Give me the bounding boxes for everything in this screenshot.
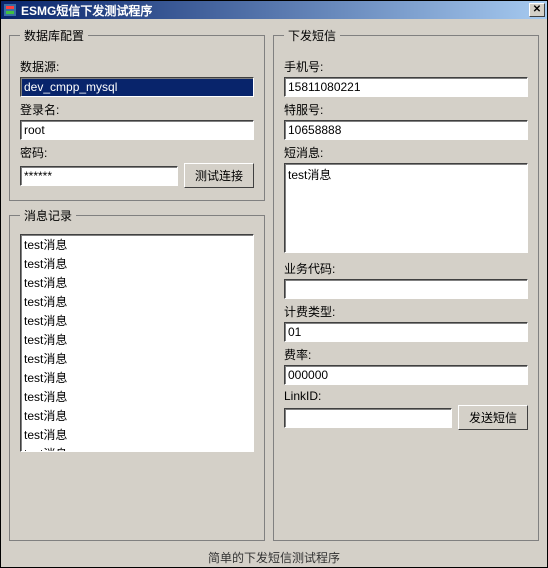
- titlebar: ESMG短信下发测试程序 ✕: [1, 1, 547, 19]
- rate-input[interactable]: 000000: [284, 365, 528, 385]
- list-item[interactable]: test消息: [21, 273, 253, 292]
- list-item[interactable]: test消息: [21, 444, 253, 452]
- rate-label: 费率:: [284, 346, 528, 363]
- biz-input[interactable]: [284, 279, 528, 299]
- db-config-group: 数据库配置 数据源: dev_cmpp_mysql 登录名: root 密码: …: [9, 27, 265, 201]
- app-window: ESMG短信下发测试程序 ✕ 数据库配置 数据源: dev_cmpp_mysql…: [0, 0, 548, 568]
- login-label: 登录名:: [20, 101, 254, 118]
- fee-type-label: 计费类型:: [284, 303, 528, 320]
- spnum-label: 特服号:: [284, 101, 528, 118]
- fee-type-input[interactable]: 01: [284, 322, 528, 342]
- password-label: 密码:: [20, 144, 254, 161]
- password-input[interactable]: ******: [20, 166, 178, 186]
- footer-text: 简单的下发短信测试程序: [1, 549, 547, 567]
- datasource-label: 数据源:: [20, 58, 254, 75]
- list-item[interactable]: test消息: [21, 349, 253, 368]
- left-column: 数据库配置 数据源: dev_cmpp_mysql 登录名: root 密码: …: [9, 27, 265, 541]
- log-legend: 消息记录: [20, 207, 76, 224]
- login-input[interactable]: root: [20, 120, 254, 140]
- msg-textarea[interactable]: [284, 163, 528, 253]
- list-item[interactable]: test消息: [21, 330, 253, 349]
- close-button[interactable]: ✕: [529, 3, 545, 17]
- log-group: 消息记录 test消息test消息test消息test消息test消息test消…: [9, 207, 265, 541]
- linkid-label: LinkID:: [284, 389, 528, 403]
- send-legend: 下发短信: [284, 27, 340, 44]
- db-config-legend: 数据库配置: [20, 27, 88, 44]
- send-group: 下发短信 手机号: 15811080221 特服号: 10658888 短消息:…: [273, 27, 539, 541]
- right-column: 下发短信 手机号: 15811080221 特服号: 10658888 短消息:…: [273, 27, 539, 541]
- list-item[interactable]: test消息: [21, 406, 253, 425]
- list-item[interactable]: test消息: [21, 387, 253, 406]
- list-item[interactable]: test消息: [21, 311, 253, 330]
- phone-label: 手机号:: [284, 58, 528, 75]
- msg-label: 短消息:: [284, 144, 528, 161]
- linkid-input[interactable]: [284, 408, 452, 428]
- app-icon: [3, 3, 17, 17]
- phone-input[interactable]: 15811080221: [284, 77, 528, 97]
- window-title: ESMG短信下发测试程序: [21, 2, 529, 19]
- list-item[interactable]: test消息: [21, 235, 253, 254]
- list-item[interactable]: test消息: [21, 368, 253, 387]
- client-area: 数据库配置 数据源: dev_cmpp_mysql 登录名: root 密码: …: [1, 19, 547, 549]
- biz-label: 业务代码:: [284, 260, 528, 277]
- datasource-input[interactable]: dev_cmpp_mysql: [20, 77, 254, 97]
- log-listbox[interactable]: test消息test消息test消息test消息test消息test消息test…: [20, 234, 254, 452]
- spnum-input[interactable]: 10658888: [284, 120, 528, 140]
- list-item[interactable]: test消息: [21, 254, 253, 273]
- test-connection-button[interactable]: 测试连接: [184, 163, 254, 188]
- send-button[interactable]: 发送短信: [458, 405, 528, 430]
- list-item[interactable]: test消息: [21, 292, 253, 311]
- list-item[interactable]: test消息: [21, 425, 253, 444]
